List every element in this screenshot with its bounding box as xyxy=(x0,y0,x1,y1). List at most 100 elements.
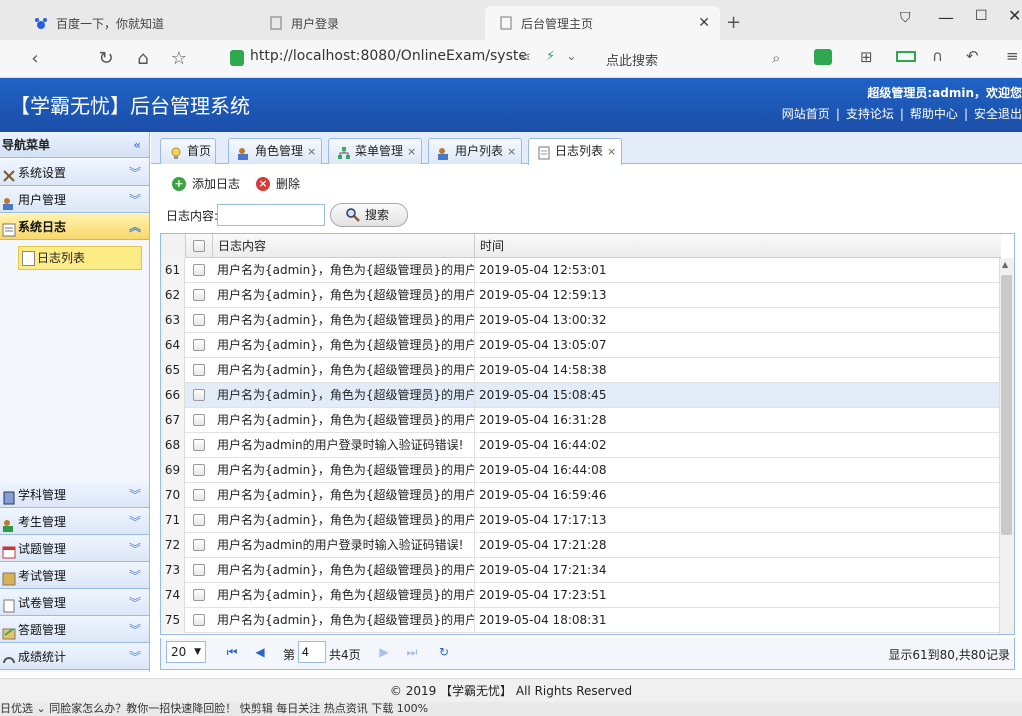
tab-log-list[interactable]: 日志列表 × xyxy=(528,138,622,165)
last-page-icon[interactable]: ⏭ xyxy=(404,644,420,660)
close-icon[interactable]: × xyxy=(307,145,316,158)
delete-button[interactable]: × 删除 xyxy=(256,176,300,192)
search-button[interactable]: 搜索 xyxy=(330,203,408,227)
browser-search-field[interactable]: 点此搜索 xyxy=(606,50,658,69)
page-size-select[interactable]: 20 ▼ xyxy=(166,641,206,663)
page-number-input[interactable] xyxy=(298,641,326,663)
menu-group-students[interactable]: 考生管理 ︾ xyxy=(0,509,149,535)
prev-page-icon[interactable]: ◀ xyxy=(252,644,268,660)
row-checkbox[interactable] xyxy=(193,489,205,501)
chevron-down-icon[interactable]: ⌄ xyxy=(566,49,577,64)
menu-group-answers[interactable]: 答题管理 ︾ xyxy=(0,617,149,643)
scrollbar-thumb[interactable] xyxy=(1001,275,1012,535)
close-icon[interactable]: ✕ xyxy=(698,15,710,31)
table-row[interactable]: 68 用户名为admin的用户登录时输入验证码错误! 2019-05-04 16:4… xyxy=(161,433,999,458)
log-content-search-input[interactable] xyxy=(217,204,325,226)
close-window-icon[interactable]: ✕ xyxy=(1008,6,1021,25)
link-logout[interactable]: 安全退出 xyxy=(974,107,1022,121)
table-row[interactable]: 63 用户名为{admin}，角色为{超级管理员}的用户登 2019-05-04 1… xyxy=(161,308,999,333)
tab-menu-management[interactable]: 菜单管理 × xyxy=(328,138,422,164)
menu-group-scores[interactable]: 成绩统计 ︾ xyxy=(0,644,149,670)
close-icon[interactable]: × xyxy=(607,145,616,158)
row-checkbox[interactable] xyxy=(193,314,205,326)
extension-icon[interactable] xyxy=(814,49,832,65)
select-all-checkbox[interactable] xyxy=(193,240,205,252)
table-row[interactable]: 70 用户名为{admin}，角色为{超级管理员}的用户登 2019-05-04 1… xyxy=(161,483,999,508)
minimize-icon[interactable]: — xyxy=(938,8,954,27)
row-checkbox[interactable] xyxy=(193,339,205,351)
row-checkbox[interactable] xyxy=(193,539,205,551)
menu-group-syslog[interactable]: 系统日志 ︽ xyxy=(0,214,149,240)
menu-icon[interactable]: ≡ xyxy=(1006,47,1019,65)
search-icon[interactable]: ⌕ xyxy=(772,49,780,67)
table-row[interactable]: 61 用户名为{admin}，角色为{超级管理员}的用户登 2019-05-04 1… xyxy=(161,258,999,283)
link-forum[interactable]: 支持论坛 xyxy=(846,107,894,121)
scroll-up-icon[interactable]: ▲ xyxy=(1002,260,1008,269)
refresh-icon[interactable]: ↻ xyxy=(436,644,452,660)
browser-tab-admin[interactable]: 后台管理主页 ✕ xyxy=(485,6,720,40)
browser-tab-login[interactable]: 用户登录 xyxy=(255,6,485,40)
back-icon[interactable]: ‹ xyxy=(24,48,46,70)
grid-header-content[interactable]: 日志内容 xyxy=(212,234,475,258)
table-row[interactable]: 72 用户名为admin的用户登录时输入验证码错误! 2019-05-04 17:2… xyxy=(161,533,999,558)
home-icon[interactable]: ⌂ xyxy=(132,48,154,70)
battery-icon[interactable] xyxy=(896,51,916,62)
tab-user-list[interactable]: 用户列表 × xyxy=(428,138,522,164)
menu-group-subject[interactable]: 学科管理 ︾ xyxy=(0,482,149,508)
page-size-value: 20 xyxy=(171,645,187,659)
row-checkbox[interactable] xyxy=(193,514,205,526)
maximize-icon[interactable]: ☐ xyxy=(975,8,988,24)
url-field[interactable]: http://localhost:8080/OnlineExam/syste xyxy=(250,48,527,64)
table-row[interactable]: 73 用户名为{admin}，角色为{超级管理员}的用户登 2019-05-04 1… xyxy=(161,558,999,583)
row-checkbox[interactable] xyxy=(193,614,205,626)
row-checkbox[interactable] xyxy=(193,464,205,476)
menu-group-questions[interactable]: 试题管理 ︾ xyxy=(0,536,149,562)
browser-tab-baidu[interactable]: 百度一下，你就知道 xyxy=(20,6,255,40)
first-page-icon[interactable]: ⏮ xyxy=(224,644,240,660)
close-icon[interactable]: × xyxy=(407,145,416,158)
sidebar-item-log-list[interactable]: 日志列表 xyxy=(18,246,142,270)
table-row[interactable]: 66 用户名为{admin}，角色为{超级管理员}的用户登 2019-05-04 1… xyxy=(161,383,999,408)
add-log-button[interactable]: + 添加日志 xyxy=(172,176,240,192)
shirt-icon[interactable]: ⛉ xyxy=(900,10,911,26)
table-row[interactable]: 75 用户名为{admin}，角色为{超级管理员}的用户登 2019-05-04 1… xyxy=(161,608,999,633)
tab-label: 角色管理 xyxy=(255,144,304,158)
table-row[interactable]: 64 用户名为{admin}，角色为{超级管理员}的用户登 2019-05-04 1… xyxy=(161,333,999,358)
apps-icon[interactable]: ⊞ xyxy=(860,48,873,66)
menu-group-label: 用户管理 xyxy=(18,193,67,207)
table-row[interactable]: 62 用户名为{admin}，角色为{超级管理员}的用户登 2019-05-04 1… xyxy=(161,283,999,308)
row-checkbox[interactable] xyxy=(193,264,205,276)
table-row[interactable]: 67 用户名为{admin}，角色为{超级管理员}的用户登 2019-05-04 1… xyxy=(161,408,999,433)
headphone-icon[interactable]: ∩ xyxy=(932,47,943,65)
table-row[interactable]: 69 用户名为{admin}，角色为{超级管理员}的用户登 2019-05-04 1… xyxy=(161,458,999,483)
row-checkbox[interactable] xyxy=(193,564,205,576)
menu-group-settings[interactable]: 系统设置 ︾ xyxy=(0,160,149,186)
tab-role-management[interactable]: 角色管理 × xyxy=(228,138,322,164)
close-icon[interactable]: × xyxy=(507,145,516,158)
row-checkbox[interactable] xyxy=(193,364,205,376)
row-checkbox[interactable] xyxy=(193,439,205,451)
menu-group-exams[interactable]: 考试管理 ︾ xyxy=(0,563,149,589)
next-page-icon[interactable]: ▶ xyxy=(376,644,392,660)
link-help[interactable]: 帮助中心 xyxy=(910,107,958,121)
share-icon[interactable]: ⋖ xyxy=(520,50,531,65)
lightning-icon[interactable]: ⚡ xyxy=(546,49,555,64)
row-checkbox[interactable] xyxy=(193,389,205,401)
row-checkbox[interactable] xyxy=(193,414,205,426)
tab-home[interactable]: 首页 xyxy=(160,138,216,164)
row-number: 73 xyxy=(161,558,185,583)
refresh-icon[interactable]: ↻ xyxy=(95,48,117,70)
undo-icon[interactable]: ↶ xyxy=(966,47,979,65)
table-row[interactable]: 65 用户名为{admin}，角色为{超级管理员}的用户登 2019-05-04 1… xyxy=(161,358,999,383)
collapse-icon[interactable]: « xyxy=(133,132,141,158)
row-checkbox[interactable] xyxy=(193,589,205,601)
new-tab-icon[interactable]: + xyxy=(726,12,741,33)
link-home[interactable]: 网站首页 xyxy=(782,107,830,121)
grid-header-time[interactable]: 时间 xyxy=(475,234,775,258)
table-row[interactable]: 74 用户名为{admin}，角色为{超级管理员}的用户登 2019-05-04 1… xyxy=(161,583,999,608)
star-icon[interactable]: ☆ xyxy=(168,48,190,70)
row-checkbox[interactable] xyxy=(193,289,205,301)
menu-group-papers[interactable]: 试卷管理 ︾ xyxy=(0,590,149,616)
menu-group-users[interactable]: 用户管理 ︾ xyxy=(0,187,149,213)
table-row[interactable]: 71 用户名为{admin}，角色为{超级管理员}的用户登 2019-05-04 1… xyxy=(161,508,999,533)
